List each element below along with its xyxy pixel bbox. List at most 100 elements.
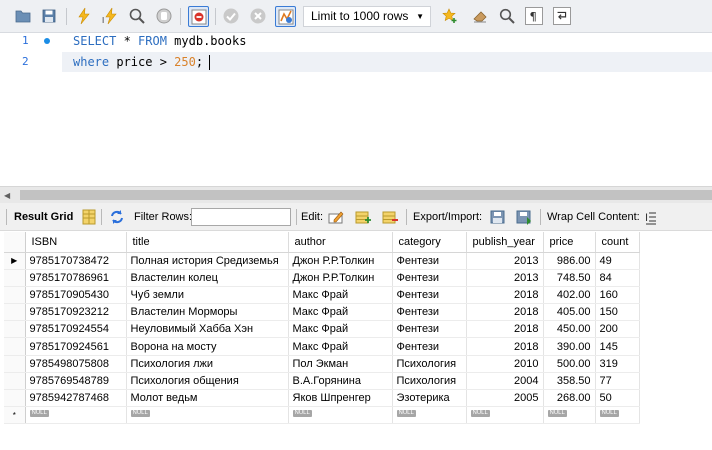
- scroll-left-icon[interactable]: ◀: [4, 191, 10, 200]
- new-row[interactable]: * NULL NULL NULL NULL NULL NULL NULL: [4, 406, 640, 425]
- cell-isbn[interactable]: 9785942787468: [25, 389, 127, 408]
- invisible-chars-icon[interactable]: ¶: [525, 7, 543, 25]
- cell-title[interactable]: Неуловимый Хабба Хэн: [126, 320, 289, 339]
- cell-author[interactable]: Макс Фрай: [288, 320, 393, 339]
- cell-isbn[interactable]: 9785170924561: [25, 337, 127, 356]
- wrap-icon[interactable]: [553, 7, 571, 25]
- row-header[interactable]: [4, 337, 26, 356]
- cell-count[interactable]: 160: [595, 286, 640, 305]
- cell-isbn[interactable]: 9785769548789: [25, 372, 127, 391]
- cell-count[interactable]: 49: [595, 252, 640, 270]
- cell-price[interactable]: 405.00: [543, 303, 596, 322]
- beautify-icon[interactable]: [441, 7, 459, 25]
- rollback-icon[interactable]: [249, 7, 267, 25]
- cell-category[interactable]: Фентези: [392, 269, 467, 287]
- cell-count[interactable]: 319: [595, 355, 640, 373]
- cell-author[interactable]: Макс Фрай: [288, 286, 393, 305]
- table-row[interactable]: ▶ 9785170738472 Полная история Средиземья Д…: [4, 252, 640, 270]
- cell-category[interactable]: Фентези: [392, 252, 467, 270]
- cell-category[interactable]: Фентези: [392, 337, 467, 356]
- table-row[interactable]: 9785170923212 Властелин Морморы Макс Фрай Ф…: [4, 303, 640, 322]
- code-line-1[interactable]: SELECT * FROM mydb.books: [73, 31, 246, 51]
- row-header[interactable]: [4, 303, 26, 322]
- result-grid-tab[interactable]: Result Grid: [14, 211, 73, 223]
- cell-isbn[interactable]: 9785170923212: [25, 303, 127, 322]
- cell-category[interactable]: Психология: [392, 372, 467, 391]
- cell-price[interactable]: 450.00: [543, 320, 596, 339]
- cell-author[interactable]: Джон Р.Р.Толкин: [288, 252, 393, 270]
- cell-author[interactable]: Пол Экман: [288, 355, 393, 373]
- current-row-indicator-icon[interactable]: ▶: [4, 252, 26, 270]
- column-header-publish-year[interactable]: publish_year: [466, 232, 544, 253]
- cell-price[interactable]: 358.50: [543, 372, 596, 391]
- cell-count[interactable]: 150: [595, 303, 640, 322]
- cell-author-new[interactable]: NULL: [288, 406, 393, 425]
- row-header[interactable]: [4, 286, 26, 305]
- table-row[interactable]: 9785170924561 Ворона на мосту Макс Фрай Фен…: [4, 337, 640, 356]
- table-row[interactable]: 9785498075808 Психология лжи Пол Экман Псих…: [4, 355, 640, 373]
- cell-title[interactable]: Властелин Морморы: [126, 303, 289, 322]
- cell-publish-year[interactable]: 2005: [466, 389, 544, 408]
- cell-isbn[interactable]: 9785498075808: [25, 355, 127, 373]
- column-header-price[interactable]: price: [543, 232, 596, 253]
- cell-publish-year-new[interactable]: NULL: [466, 406, 544, 425]
- column-header-count[interactable]: count: [595, 232, 640, 253]
- find-icon[interactable]: [498, 7, 516, 25]
- cell-title[interactable]: Психология лжи: [126, 355, 289, 373]
- cell-category[interactable]: Психология: [392, 355, 467, 373]
- cell-publish-year[interactable]: 2018: [466, 286, 544, 305]
- stop-icon[interactable]: [155, 7, 173, 25]
- cell-price[interactable]: 402.00: [543, 286, 596, 305]
- table-row[interactable]: 9785769548789 Психология общения В.А.Горян…: [4, 372, 640, 391]
- grid-view-icon[interactable]: [80, 208, 98, 226]
- table-row[interactable]: 9785942787468 Молот ведьм Яков Шпренгер Эзо…: [4, 389, 640, 408]
- cell-title[interactable]: Властелин колец: [126, 269, 289, 287]
- cell-price[interactable]: 500.00: [543, 355, 596, 373]
- sql-editor[interactable]: 1 SELECT * FROM mydb.books 2 where price…: [0, 33, 712, 186]
- scrollbar-thumb[interactable]: [20, 190, 712, 200]
- toggle-results-icon[interactable]: [188, 6, 209, 27]
- code-line-2[interactable]: where price > 250;: [73, 52, 211, 72]
- commit-icon[interactable]: [222, 7, 240, 25]
- row-header[interactable]: [4, 372, 26, 391]
- row-header[interactable]: [4, 389, 26, 408]
- explain-icon[interactable]: [128, 7, 146, 25]
- cell-price-new[interactable]: NULL: [543, 406, 596, 425]
- cell-isbn[interactable]: 9785170786961: [25, 269, 127, 287]
- cell-publish-year[interactable]: 2018: [466, 303, 544, 322]
- execute-current-icon[interactable]: I: [101, 7, 119, 25]
- table-row[interactable]: 9785170924554 Неуловимый Хабба Хэн Макс Фр…: [4, 320, 640, 339]
- cell-count[interactable]: 50: [595, 389, 640, 408]
- column-header-title[interactable]: title: [126, 232, 289, 253]
- cell-publish-year[interactable]: 2010: [466, 355, 544, 373]
- cell-title[interactable]: Ворона на мосту: [126, 337, 289, 356]
- cell-count[interactable]: 145: [595, 337, 640, 356]
- cell-price[interactable]: 986.00: [543, 252, 596, 270]
- cell-price[interactable]: 748.50: [543, 269, 596, 287]
- horizontal-scrollbar[interactable]: ◀: [0, 186, 712, 203]
- table-row[interactable]: 9785170786961 Властелин колец Джон Р.Р.Тол…: [4, 269, 640, 287]
- cell-title-new[interactable]: NULL: [126, 406, 289, 425]
- cell-title[interactable]: Психология общения: [126, 372, 289, 391]
- insert-row-icon[interactable]: [354, 208, 372, 226]
- new-row-indicator[interactable]: *: [4, 406, 26, 425]
- cell-publish-year[interactable]: 2018: [466, 320, 544, 339]
- column-header-category[interactable]: category: [392, 232, 467, 253]
- cell-title[interactable]: Чуб земли: [126, 286, 289, 305]
- cell-isbn[interactable]: 9785170905430: [25, 286, 127, 305]
- cell-category[interactable]: Фентези: [392, 286, 467, 305]
- table-row[interactable]: 9785170905430 Чуб земли Макс Фрай Фентези 20…: [4, 286, 640, 305]
- cell-price[interactable]: 390.00: [543, 337, 596, 356]
- row-header[interactable]: [4, 269, 26, 287]
- autocommit-icon[interactable]: [275, 6, 296, 27]
- cell-count[interactable]: 77: [595, 372, 640, 391]
- limit-rows-select[interactable]: Limit to 1000 rows ▼: [303, 6, 431, 27]
- cell-author[interactable]: Яков Шпренгер: [288, 389, 393, 408]
- cell-author[interactable]: Макс Фрай: [288, 303, 393, 322]
- cell-count[interactable]: 84: [595, 269, 640, 287]
- row-header[interactable]: [4, 320, 26, 339]
- result-grid[interactable]: ISBN title author category publish_year …: [4, 232, 640, 425]
- cell-publish-year[interactable]: 2013: [466, 252, 544, 270]
- cell-author[interactable]: Джон Р.Р.Толкин: [288, 269, 393, 287]
- cell-title[interactable]: Полная история Средиземья: [126, 252, 289, 270]
